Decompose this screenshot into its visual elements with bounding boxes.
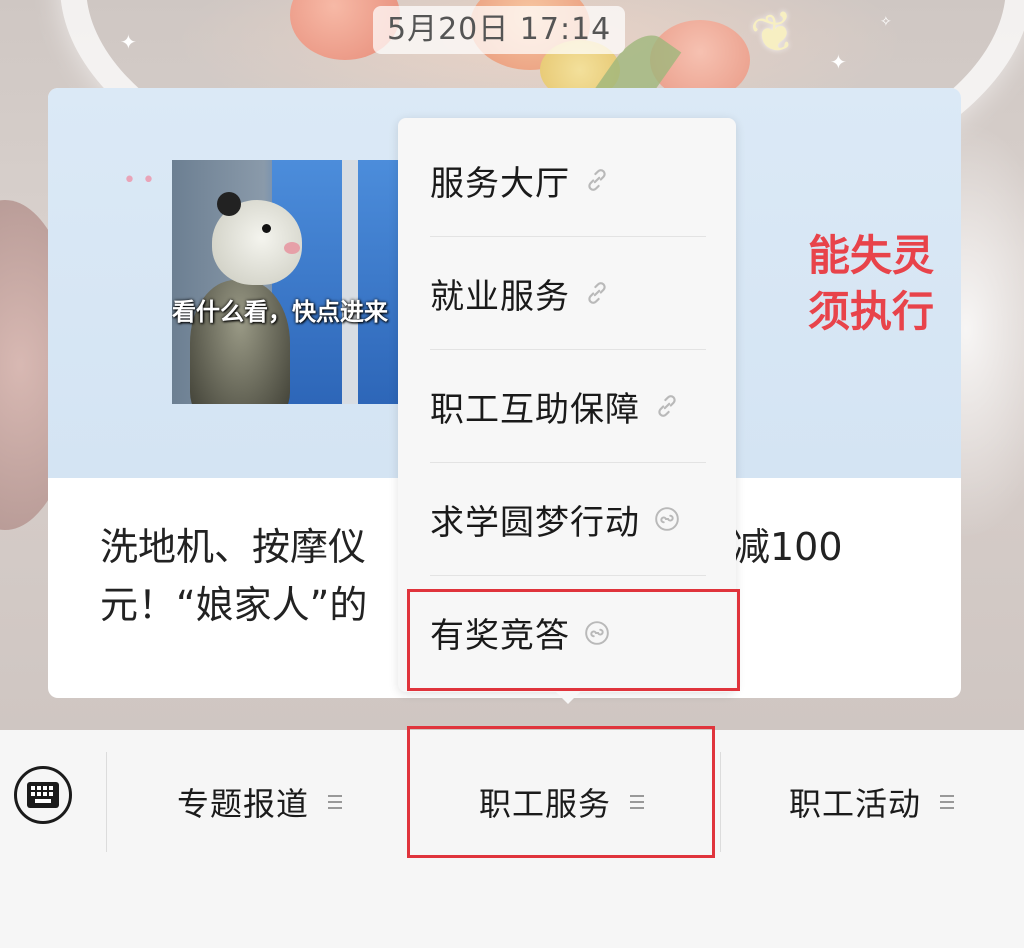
decorative-dots: •• [123,168,161,193]
link-icon [588,169,606,191]
sparkle-icon: ✦ [120,30,137,54]
menu-bar [0,730,1024,948]
link-icon [588,282,606,304]
menu-item-label: 有奖竞答 [430,616,570,656]
keyboard-icon [27,782,59,808]
menu-item-prize-quiz[interactable]: 有奖竞答 [430,576,706,689]
tab-special-reports[interactable]: 专题报道 [110,770,410,834]
tab-label: 专题报道 [176,785,309,823]
window-image [272,160,402,404]
tab-worker-services[interactable]: 职工服务 [412,770,712,834]
menu-item-study-dream[interactable]: 求学圆梦行动 [430,463,706,576]
cover-headline-line: 须执行 [807,287,934,336]
article-title-line: 洗地机、按摩仪 [100,525,367,569]
sparkle-icon: ✧ [880,14,892,30]
menu-item-label: 就业服务 [430,276,570,317]
menu-lines-icon [328,795,342,809]
keyboard-toggle-button[interactable] [14,766,72,824]
menu-item-service-hall[interactable]: 服务大厅 [430,124,706,237]
mini-program-icon [655,507,679,531]
message-timestamp: 5月20日 17:14 [373,6,626,54]
opossum-ear [217,192,241,216]
divider [106,752,107,852]
mini-program-icon [585,620,609,645]
tab-worker-activities[interactable]: 职工活动 [722,770,1022,834]
menu-item-label: 求学圆梦行动 [430,502,640,543]
tab-label: 职工服务 [478,785,611,823]
menu-lines-icon [940,795,954,809]
article-title-line-end: 减100 [732,525,843,569]
cover-headline-line: 能失灵 [807,231,934,280]
menu-item-label: 服务大厅 [430,163,570,204]
divider [720,752,721,852]
link-icon [658,395,676,417]
menu-lines-icon [630,795,644,809]
tab-label: 职工活动 [788,785,921,823]
menu-item-label: 职工互助保障 [430,389,640,430]
window-frame [342,160,358,404]
meme-image: 看什么看，快点进来 [172,160,402,404]
menu-item-mutual-aid[interactable]: 职工互助保障 [430,350,706,463]
meme-caption: 看什么看，快点进来 [172,298,388,326]
opossum-eye [262,224,271,233]
service-popup-menu: 服务大厅 就业服务 职工互助保障 求学圆梦行动 有奖竞答 [398,118,736,692]
menu-item-employment[interactable]: 就业服务 [430,237,706,350]
sparkle-icon: ✦ [830,50,847,74]
opossum-nose [284,242,300,254]
cover-headline: 能失灵 须执行 [734,228,934,340]
popup-arrow [554,690,582,704]
